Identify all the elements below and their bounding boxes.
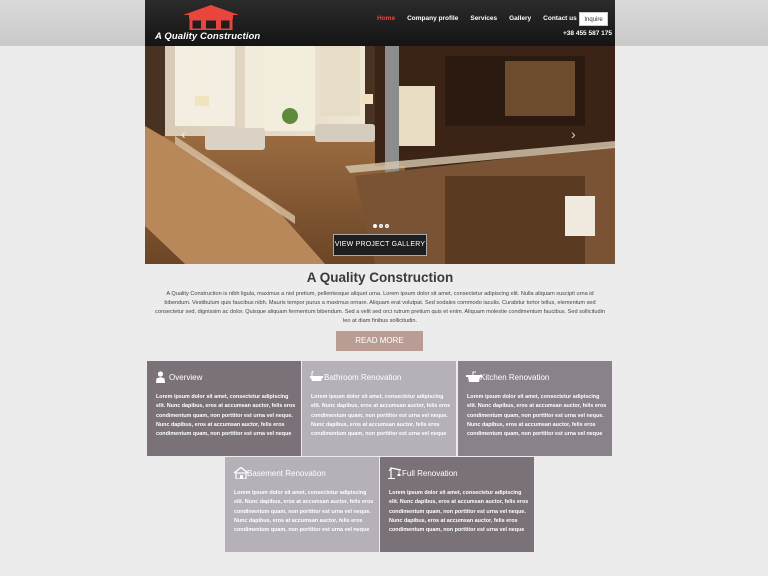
service-text: Lorem ipsum dolor sit amet, consectetur … [234, 490, 374, 534]
slider-dots [373, 224, 389, 228]
service-tile-basement[interactable]: Basement Renovation Lorem ipsum dolor si… [225, 457, 379, 552]
slider-next-arrow[interactable]: › [571, 126, 576, 142]
service-tile-overview[interactable]: Overview Lorem ipsum dolor sit amet, con… [147, 361, 301, 456]
slider-dot-1[interactable] [373, 224, 377, 228]
hero-slider: ‹ › VIEW PROJECT GALLERY [145, 46, 615, 264]
service-tile-bathroom[interactable]: Bathroom Renovation Lorem ipsum dolor si… [302, 361, 456, 456]
slider-dot-2[interactable] [379, 224, 383, 228]
nav-home[interactable]: Home [377, 15, 395, 27]
logo-text: A Quality Construction [155, 31, 261, 42]
phone-number: +38 455 587 175 [563, 30, 612, 37]
house-logo-icon [183, 5, 239, 30]
service-title: Full Renovation [402, 469, 458, 478]
site-logo[interactable]: A Quality Construction [155, 4, 275, 44]
inquire-button[interactable]: Inquire [579, 12, 608, 26]
service-text: Lorem ipsum dolor sit amet, consectetur … [389, 490, 529, 534]
nav-gallery[interactable]: Gallery [509, 15, 531, 27]
service-title: Overview [169, 373, 203, 382]
site-header: A Quality Construction Home Company prof… [145, 0, 615, 46]
slider-dot-3[interactable] [385, 224, 389, 228]
nav-services[interactable]: Services [470, 15, 497, 27]
service-title: Bathroom Renovation [324, 373, 402, 382]
intro-text: A Quality Construction is nibh ligula, m… [155, 291, 605, 324]
intro-title: A Quality Construction [306, 270, 454, 285]
service-text: Lorem ipsum dolor sit amet, consectetur … [311, 394, 451, 438]
service-title: Basement Renovation [247, 469, 326, 478]
hero-interior-photo [145, 46, 615, 264]
service-text: Lorem ipsum dolor sit amet, consectetur … [467, 394, 607, 438]
bathtub-icon [310, 371, 323, 381]
slider-prev-arrow[interactable]: ‹ [181, 126, 186, 142]
service-tile-full[interactable]: Full Renovation Lorem ipsum dolor sit am… [380, 457, 534, 552]
view-project-gallery-button[interactable]: VIEW PROJECT GALLERY [333, 234, 427, 256]
person-icon [156, 371, 165, 383]
service-title: Kitchen Renovation [480, 373, 550, 382]
crane-icon [388, 467, 402, 479]
main-nav: Home Company profile Services Gallery Co… [377, 15, 589, 27]
nav-company-profile[interactable]: Company profile [407, 15, 458, 27]
service-tile-kitchen[interactable]: Kitchen Renovation Lorem ipsum dolor sit… [458, 361, 612, 456]
read-more-button[interactable]: READ MORE [336, 331, 423, 351]
service-text: Lorem ipsum dolor sit amet, consectetur … [156, 394, 296, 438]
nav-contact-us[interactable]: Contact us [543, 15, 577, 27]
